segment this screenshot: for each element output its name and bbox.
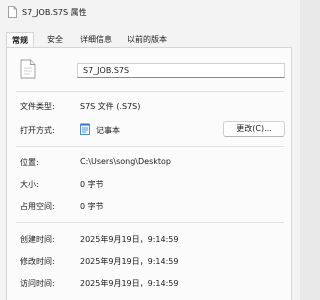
size-value: 0 字节 [80,180,104,189]
accessed-label: 访问时间: [20,279,55,288]
modified-value: 2025年9月19日，9:14:59 [80,257,179,266]
location-value: C:\Users\song\Desktop [80,157,171,166]
size-on-disk-label: 占用空间: [20,202,55,211]
divider [16,222,284,223]
tab-strip: 常规 安全 详细信息 以前的版本 [6,32,296,48]
location-label: 位置: [20,158,39,167]
file-type-value: S7S 文件 (.S7S) [80,102,141,111]
document-icon [8,6,17,18]
file-name-input[interactable] [77,63,285,78]
divider [16,91,284,92]
opens-with-label: 打开方式: [20,126,55,135]
document-icon [20,59,36,79]
window-title: S7_JOB.S7S 属性 [22,8,87,17]
tab-details[interactable]: 详细信息 [76,32,116,48]
tab-general[interactable]: 常规 [6,32,34,48]
created-value: 2025年9月19日，9:14:59 [80,235,179,244]
modified-label: 修改时间: [20,257,55,266]
tab-previous-versions[interactable]: 以前的版本 [122,32,172,48]
change-button[interactable]: 更改(C)... [223,121,285,137]
accessed-value: 2025年9月19日，9:14:59 [80,279,179,288]
size-on-disk-value: 0 字节 [80,202,104,211]
divider [16,146,284,147]
opens-with-app: 记事本 [96,126,120,135]
notepad-icon [80,123,90,135]
title-bar[interactable]: S7_JOB.S7S 属性 [0,0,300,24]
created-label: 创建时间: [20,235,55,244]
properties-dialog: S7_JOB.S7S 属性 常规 安全 详细信息 以前的版本 文件类型: S7S… [0,0,300,300]
file-type-label: 文件类型: [20,102,55,111]
tab-security[interactable]: 安全 [42,32,68,48]
size-label: 大小: [20,180,39,189]
